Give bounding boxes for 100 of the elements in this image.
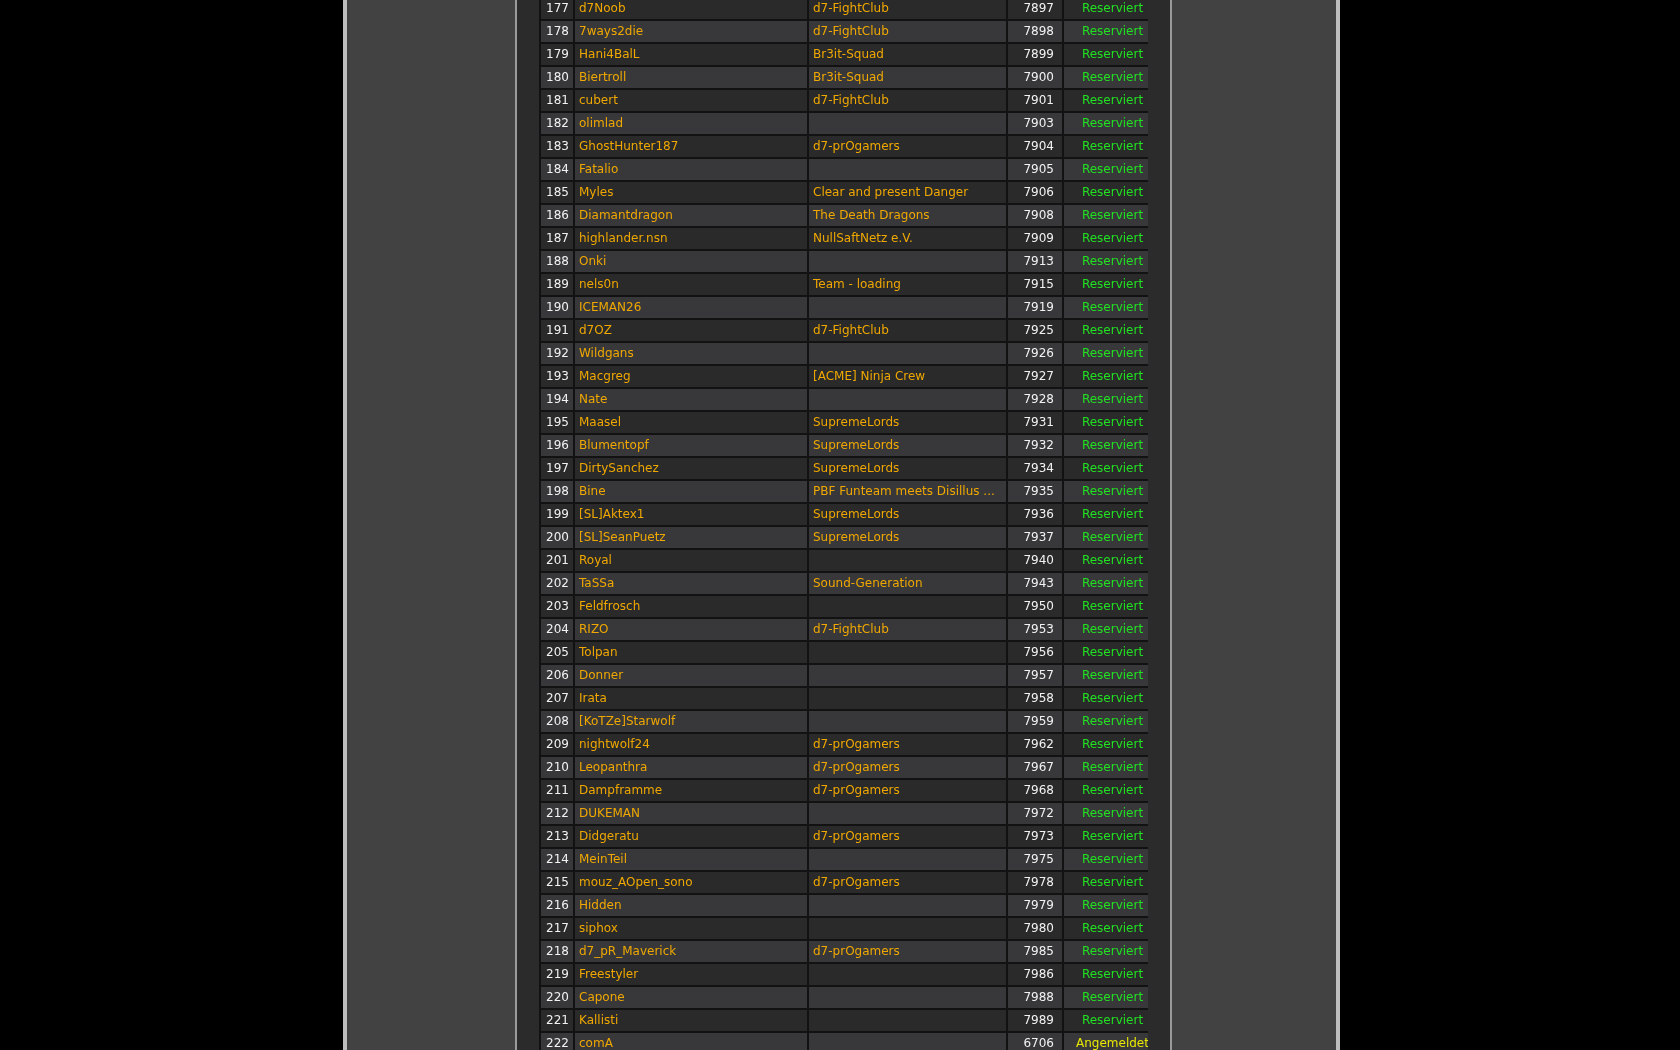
status-cell: Angemeldet (1076, 1036, 1148, 1050)
rank-cell: 189 (546, 277, 569, 291)
player-cell: DirtySanchez (579, 461, 659, 475)
seat-cell: 7927 (1023, 369, 1054, 383)
player-cell: Donner (579, 668, 624, 682)
player-cell: Biertroll (579, 70, 627, 84)
player-cell: Fatalio (579, 162, 619, 176)
seat-cell: 7905 (1023, 162, 1054, 176)
rank-cell: 214 (546, 852, 569, 866)
clan-cell: SupremeLords (813, 415, 900, 429)
seat-cell: 7980 (1023, 921, 1054, 935)
player-cell: 7ways2die (579, 24, 644, 38)
seat-cell: 7957 (1023, 668, 1054, 682)
seat-cell: 7903 (1023, 116, 1054, 130)
seat-cell: 7909 (1023, 231, 1054, 245)
rank-cell: 198 (546, 484, 569, 498)
rank-cell: 218 (546, 944, 569, 958)
player-cell: Capone (579, 990, 625, 1004)
player-cell: Hidden (579, 898, 622, 912)
status-cell: Reserviert (1081, 415, 1144, 429)
rank-cell: 219 (546, 967, 569, 981)
player-cell: ICEMAN26 (579, 300, 642, 314)
player-cell: comA (579, 1036, 613, 1050)
rank-cell: 210 (546, 760, 569, 774)
player-cell: DUKEMAN (579, 806, 640, 820)
status-cell: Reserviert (1081, 714, 1144, 728)
status-cell: Reserviert (1081, 898, 1144, 912)
player-cell: olimlad (579, 116, 623, 130)
status-cell: Reserviert (1081, 392, 1144, 406)
seat-cell: 7967 (1023, 760, 1054, 774)
seat-cell: 7975 (1023, 852, 1054, 866)
status-cell: Reserviert (1081, 576, 1144, 590)
rank-cell: 222 (546, 1036, 569, 1050)
player-cell: Royal (579, 553, 612, 567)
seat-cell: 7904 (1023, 139, 1054, 153)
status-cell: Reserviert (1081, 438, 1144, 452)
seat-cell: 6706 (1023, 1036, 1054, 1050)
clan-cell: d7-FightClub (813, 93, 889, 107)
seat-cell: 7934 (1023, 461, 1054, 475)
player-cell: Bine (579, 484, 606, 498)
rank-cell: 188 (546, 254, 569, 268)
status-cell: Reserviert (1081, 1, 1144, 15)
clan-cell: d7-FightClub (813, 1, 889, 15)
seat-cell: 7943 (1023, 576, 1054, 590)
rank-cell: 184 (546, 162, 569, 176)
seat-cell: 7925 (1023, 323, 1054, 337)
status-cell: Reserviert (1081, 737, 1144, 751)
seat-cell: 7915 (1023, 277, 1054, 291)
status-cell: Reserviert (1081, 967, 1144, 981)
status-cell: Reserviert (1081, 645, 1144, 659)
seat-cell: 7956 (1023, 645, 1054, 659)
player-cell: Dampframme (579, 783, 663, 797)
rank-cell: 202 (546, 576, 569, 590)
player-cell: [KoTZe]Starwolf (579, 714, 676, 728)
player-cell: MeinTeil (579, 852, 628, 866)
player-cell: Macgreg (579, 369, 631, 383)
seat-cell: 7959 (1023, 714, 1054, 728)
status-cell: Reserviert (1081, 691, 1144, 705)
seat-cell: 7950 (1023, 599, 1054, 613)
status-cell: Reserviert (1081, 783, 1144, 797)
seat-cell: 7953 (1023, 622, 1054, 636)
seat-cell: 7937 (1023, 530, 1054, 544)
player-cell: d7Noob (579, 1, 626, 15)
rank-cell: 194 (546, 392, 569, 406)
rank-cell: 209 (546, 737, 569, 751)
status-cell: Reserviert (1081, 668, 1144, 682)
player-cell: RIZO (579, 622, 609, 636)
status-cell: Reserviert (1081, 116, 1144, 130)
clan-cell: d7-prOgamers (813, 139, 900, 153)
seat-cell: 7906 (1023, 185, 1054, 199)
player-cell: [SL]Aktex1 (579, 507, 645, 521)
rank-cell: 191 (546, 323, 569, 337)
clan-cell: [ACME] Ninja Crew (813, 369, 926, 383)
status-cell: Reserviert (1081, 24, 1144, 38)
seat-cell: 7988 (1023, 990, 1054, 1004)
rank-cell: 186 (546, 208, 569, 222)
seat-cell: 7979 (1023, 898, 1054, 912)
rank-cell: 207 (546, 691, 569, 705)
status-cell: Reserviert (1081, 875, 1144, 889)
status-cell: Reserviert (1081, 231, 1144, 245)
clan-cell: Clear and present Danger (813, 185, 969, 199)
seat-cell: 7919 (1023, 300, 1054, 314)
player-cell: Tolpan (579, 645, 618, 659)
clan-cell: d7-prOgamers (813, 829, 900, 843)
status-cell: Reserviert (1081, 622, 1144, 636)
rank-cell: 221 (546, 1013, 569, 1027)
player-cell: d7OZ (579, 323, 612, 337)
seat-cell: 7932 (1023, 438, 1054, 452)
rank-cell: 183 (546, 139, 569, 153)
rank-cell: 181 (546, 93, 569, 107)
rank-cell: 208 (546, 714, 569, 728)
rank-cell: 217 (546, 921, 569, 935)
seat-cell: 7935 (1023, 484, 1054, 498)
player-cell: Irata (579, 691, 607, 705)
seat-cell: 7962 (1023, 737, 1054, 751)
player-cell: Wildgans (579, 346, 634, 360)
clan-cell: PBF Funteam meets Disillus ... (813, 484, 995, 498)
seat-cell: 7928 (1023, 392, 1054, 406)
clan-cell: Br3it-Squad (813, 47, 884, 61)
rank-cell: 182 (546, 116, 569, 130)
